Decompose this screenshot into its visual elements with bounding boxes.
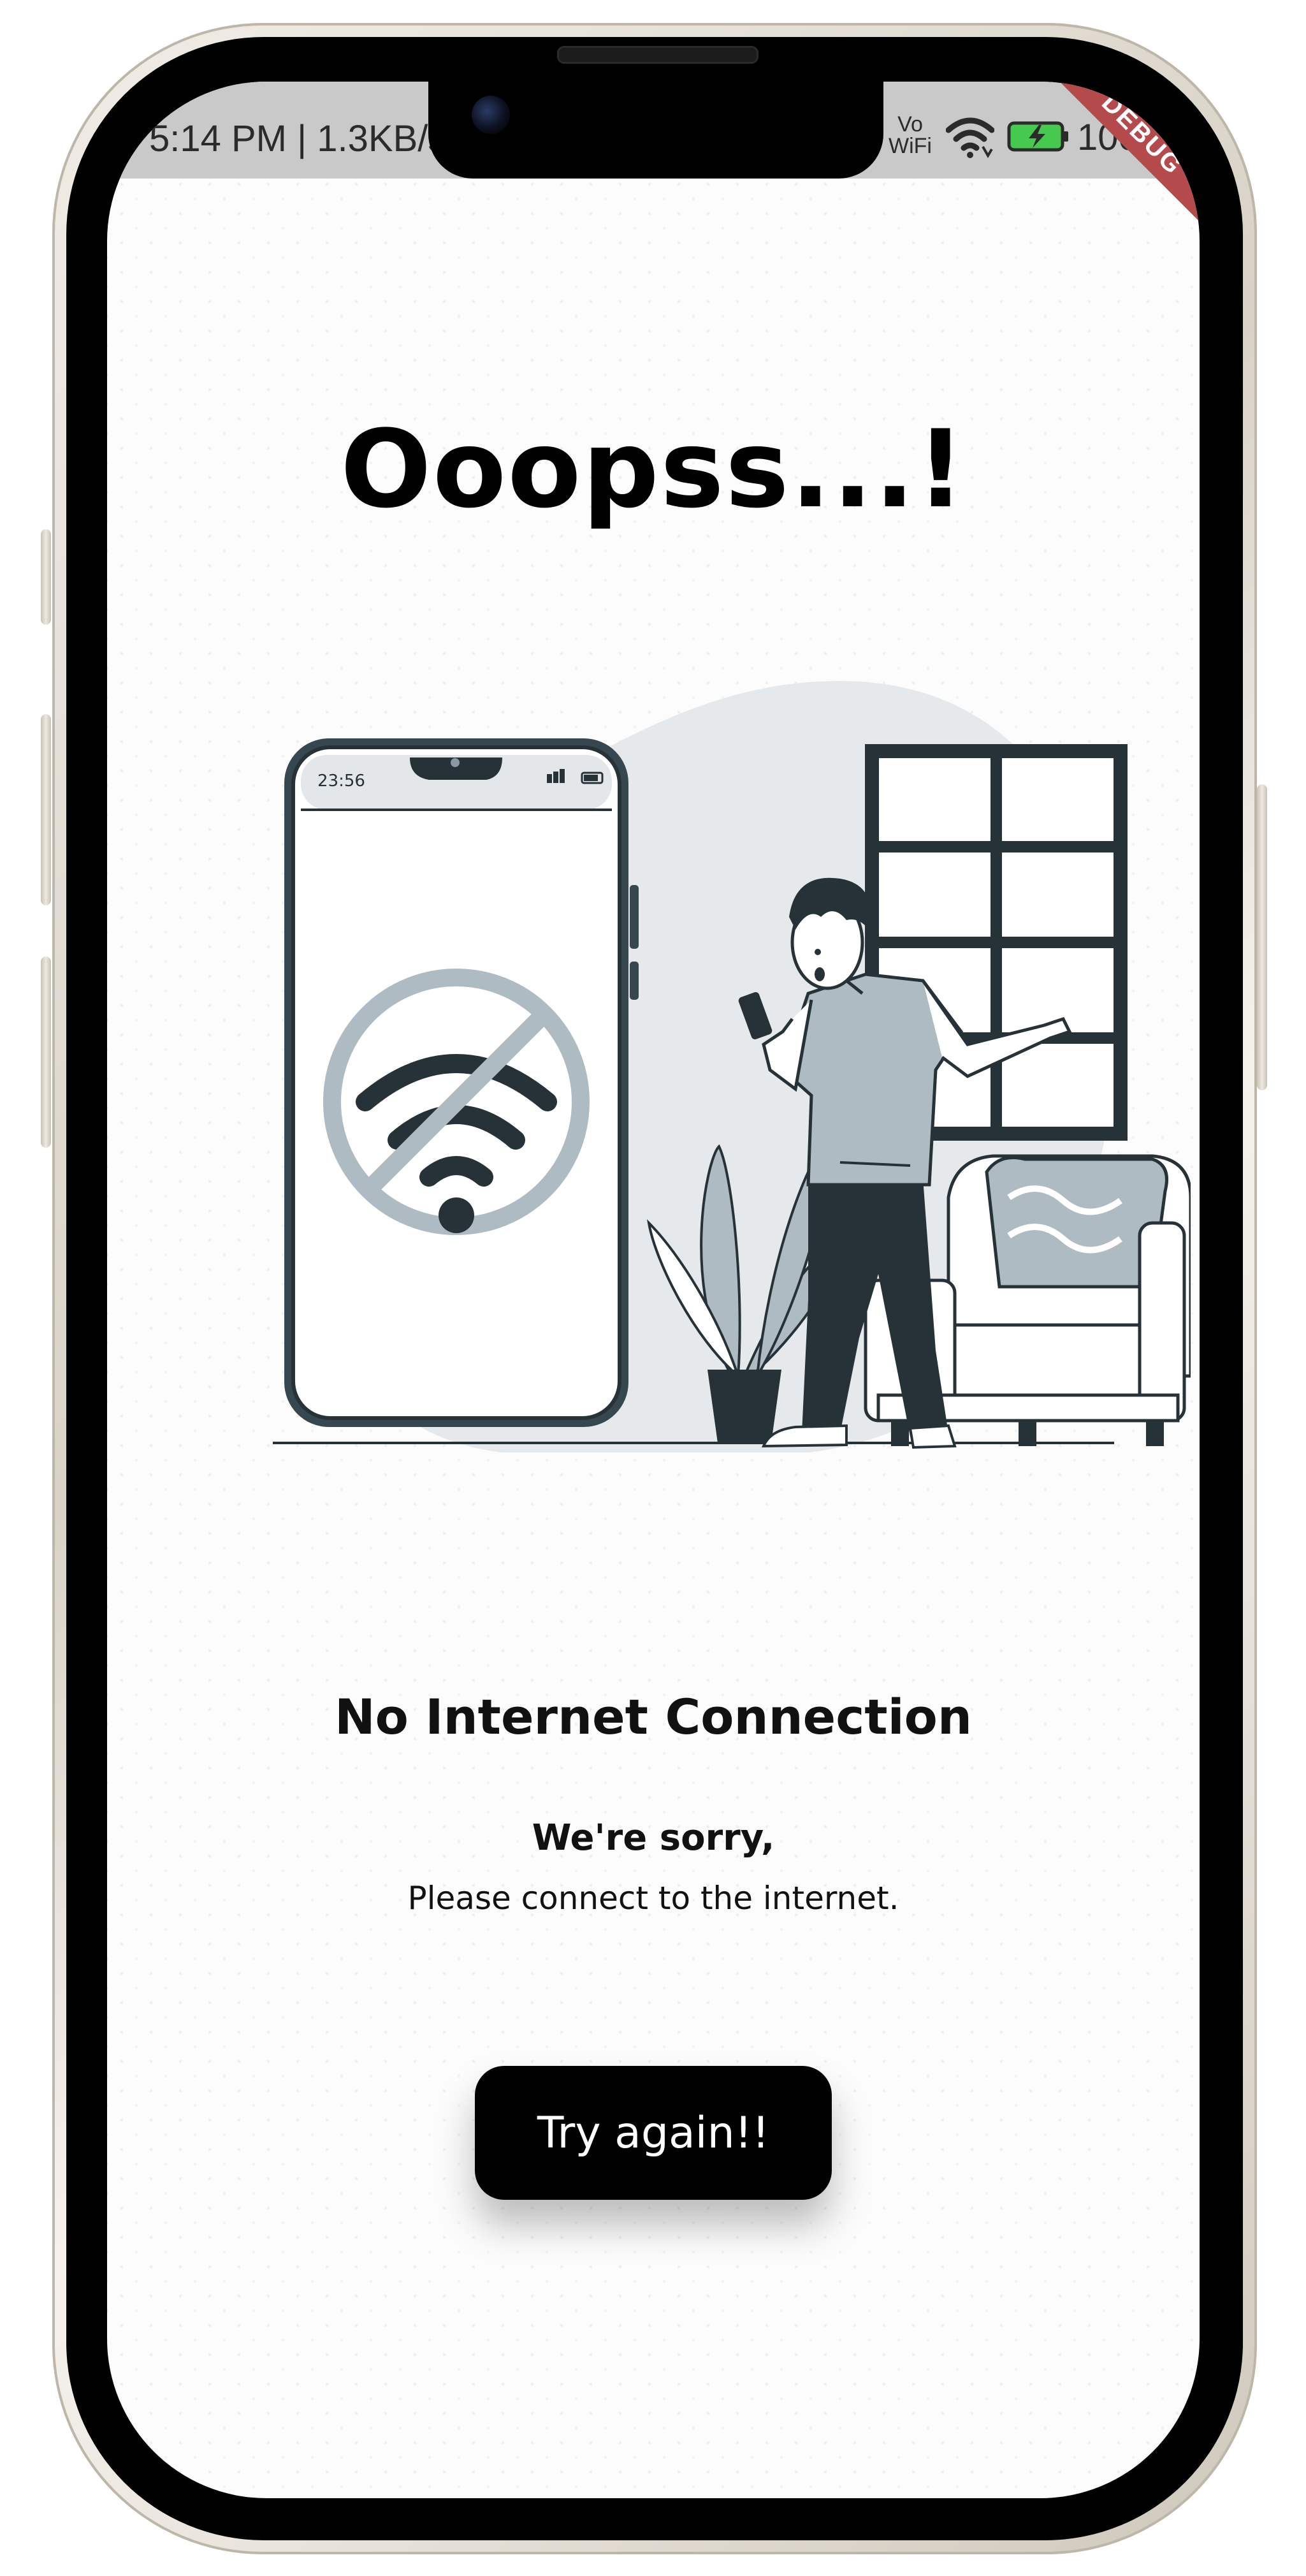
error-message-instruction: Please connect to the internet. — [407, 1880, 899, 1917]
try-again-button[interactable]: Try again!! — [475, 2066, 832, 2200]
action-button — [41, 529, 51, 625]
vowifi-label: Vo WiFi — [889, 112, 932, 158]
phone-graphic: 23:56 — [284, 738, 639, 1427]
device-mockup: 5:14 PM | 1.3KB/s Vo WiFi 100 DEBUG Ooop… — [0, 0, 1306, 2576]
battery-charging-icon — [1007, 121, 1068, 152]
no-internet-illustration: 23:56 — [273, 681, 1191, 1453]
earpiece-speaker — [557, 46, 758, 64]
error-message-apology: We're sorry, — [532, 1817, 775, 1859]
front-camera — [472, 96, 510, 134]
error-heading: No Internet Connection — [335, 1688, 972, 1745]
page-title: Ooopss...! — [340, 407, 966, 532]
volume-down-button — [41, 956, 51, 1148]
wifi-icon — [946, 117, 994, 158]
power-button — [1257, 784, 1267, 1090]
app-screen: 5:14 PM | 1.3KB/s Vo WiFi 100 DEBUG Ooop… — [107, 82, 1200, 2498]
status-time-speed: 5:14 PM | 1.3KB/s — [149, 118, 447, 159]
phone-graphic-time: 23:56 — [317, 772, 365, 791]
volume-up-button — [41, 714, 51, 905]
